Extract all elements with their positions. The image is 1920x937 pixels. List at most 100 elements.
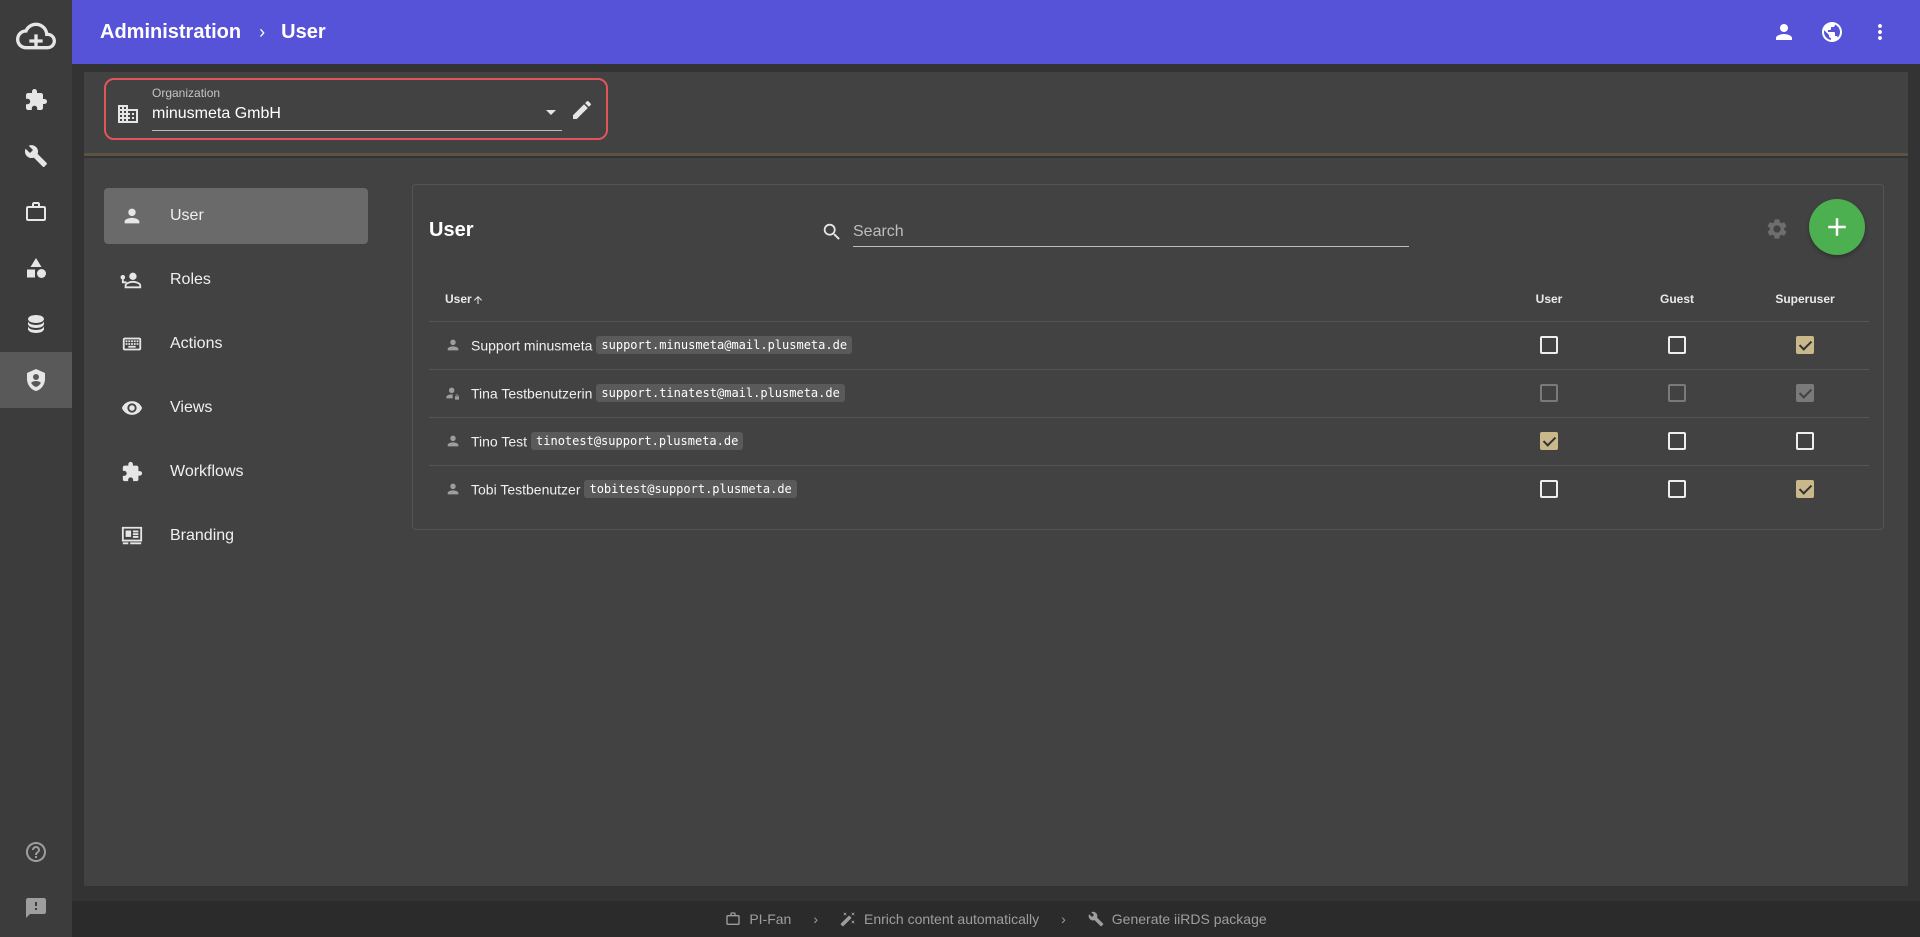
role-superuser-cell xyxy=(1741,465,1869,513)
language-globe-icon[interactable] xyxy=(1820,20,1844,44)
nav-item-roles[interactable]: Roles xyxy=(104,252,368,308)
rail-shapes-icon[interactable] xyxy=(0,240,72,296)
role-user-checkbox xyxy=(1540,384,1558,403)
more-vert-icon[interactable] xyxy=(1868,20,1892,44)
nav-item-label: Views xyxy=(170,399,213,416)
footer-separator: › xyxy=(1061,911,1066,927)
role-guest-checkbox xyxy=(1668,384,1686,403)
person-icon xyxy=(445,433,461,449)
feedback-icon[interactable] xyxy=(0,880,72,936)
help-icon[interactable] xyxy=(0,824,72,880)
role-user-cell xyxy=(1485,417,1613,466)
keyboard-icon xyxy=(104,333,160,355)
user-email: tobitest@support.plusmeta.de xyxy=(584,480,797,499)
add-user-button[interactable] xyxy=(1809,199,1865,255)
admin-side-nav: User Roles Actions Views Workflows Brand… xyxy=(104,188,368,572)
briefcase-icon xyxy=(726,912,740,925)
search-icon xyxy=(821,221,843,248)
eye-icon xyxy=(104,397,160,419)
user-name: Support minusmeta xyxy=(471,337,593,354)
search-field xyxy=(821,209,1413,251)
table-row[interactable]: Tobi Testbenutzer tobitest@support.plusme… xyxy=(429,465,1869,513)
nav-item-label: Branding xyxy=(170,527,235,544)
organization-label: Organization xyxy=(152,86,221,100)
role-user-checkbox[interactable] xyxy=(1540,480,1558,499)
organization-underline xyxy=(152,130,562,131)
search-input[interactable] xyxy=(853,217,1409,247)
user-cell: Tina Testbenutzerin support.tinatest@mail… xyxy=(429,369,1485,418)
wrench-icon xyxy=(1088,911,1104,927)
top-actions xyxy=(1772,0,1892,64)
nav-item-user[interactable]: User xyxy=(104,188,368,244)
user-email: tinotest@support.plusmeta.de xyxy=(531,432,744,451)
plus-icon xyxy=(1828,218,1846,236)
role-guest-checkbox[interactable] xyxy=(1668,336,1686,355)
breadcrumb-separator: › xyxy=(259,21,266,42)
column-header-user-sortable[interactable]: User xyxy=(429,277,1485,322)
role-user-cell xyxy=(1485,465,1613,513)
cloud-add-logo-icon[interactable] xyxy=(0,0,72,72)
footer-item-enrich[interactable]: Enrich content automatically xyxy=(840,911,1039,927)
magic-wand-icon xyxy=(840,912,855,927)
rail-wrench-icon[interactable] xyxy=(0,128,72,184)
user-email: support.tinatest@mail.plusmeta.de xyxy=(596,384,845,403)
organization-bar: Organization minusmeta GmbH xyxy=(84,72,1908,156)
table-row[interactable]: Tino Test tinotest@support.plusmeta.de xyxy=(429,417,1869,466)
dropdown-caret-icon[interactable] xyxy=(546,110,556,115)
role-superuser-cell xyxy=(1741,369,1869,418)
role-user-cell xyxy=(1485,321,1613,370)
role-superuser-cell xyxy=(1741,417,1869,466)
footer-item-label: PI-Fan xyxy=(749,911,792,927)
user-cell: Tobi Testbenutzer tobitest@support.plusme… xyxy=(429,465,1485,513)
table-row[interactable]: Tina Testbenutzerin support.tinatest@mail… xyxy=(429,369,1869,418)
app-rail xyxy=(0,0,72,937)
column-header-superuser: Superuser xyxy=(1741,277,1869,322)
role-guest-cell xyxy=(1613,417,1741,466)
sort-arrow-up-icon[interactable] xyxy=(472,292,484,306)
nav-item-label: User xyxy=(170,207,204,224)
user-table: User User Guest Superuser Support minusm… xyxy=(429,277,1869,513)
breadcrumb-administration[interactable]: Administration xyxy=(100,21,241,44)
role-user-checkbox[interactable] xyxy=(1540,432,1558,451)
role-guest-cell xyxy=(1613,465,1741,513)
role-superuser-checkbox[interactable] xyxy=(1796,336,1814,355)
building-icon xyxy=(116,102,140,131)
organization-value[interactable]: minusmeta GmbH xyxy=(152,105,281,123)
role-superuser-cell xyxy=(1741,321,1869,370)
organization-select[interactable]: Organization minusmeta GmbH xyxy=(104,78,608,140)
gear-icon[interactable] xyxy=(1765,217,1789,246)
column-header-guest: Guest xyxy=(1613,277,1741,322)
rail-plugins-icon[interactable] xyxy=(0,72,72,128)
nav-item-actions[interactable]: Actions xyxy=(104,316,368,372)
role-guest-cell xyxy=(1613,321,1741,370)
role-guest-checkbox[interactable] xyxy=(1668,480,1686,499)
table-row[interactable]: Support minusmeta support.minusmeta@mail.… xyxy=(429,321,1869,370)
user-cell: Support minusmeta support.minusmeta@mail.… xyxy=(429,321,1485,370)
column-header-label: User xyxy=(445,291,472,306)
rail-briefcase-icon[interactable] xyxy=(0,184,72,240)
role-guest-cell xyxy=(1613,369,1741,418)
person-icon xyxy=(445,481,461,497)
rail-admin-shield-icon[interactable] xyxy=(0,352,72,408)
role-guest-checkbox[interactable] xyxy=(1668,432,1686,451)
rail-database-icon[interactable] xyxy=(0,296,72,352)
footer-item-label: Generate iiRDS package xyxy=(1111,911,1267,927)
nav-item-workflows[interactable]: Workflows xyxy=(104,444,368,500)
footer-item-pifan[interactable]: PI-Fan xyxy=(725,911,791,927)
role-user-checkbox[interactable] xyxy=(1540,336,1558,355)
status-footer: PI-Fan › Enrich content automatically › … xyxy=(72,901,1920,937)
footer-item-iirds[interactable]: Generate iiRDS package xyxy=(1088,911,1267,927)
edit-pencil-icon[interactable] xyxy=(570,98,594,127)
account-icon[interactable] xyxy=(1772,20,1796,44)
role-superuser-checkbox[interactable] xyxy=(1796,480,1814,499)
nav-item-branding[interactable]: Branding xyxy=(104,508,368,564)
role-user-cell xyxy=(1485,369,1613,418)
person-icon xyxy=(104,205,160,227)
role-superuser-checkbox[interactable] xyxy=(1796,432,1814,451)
nav-item-views[interactable]: Views xyxy=(104,380,368,436)
top-app-bar: Administration › User xyxy=(72,0,1920,64)
nav-item-label: Roles xyxy=(170,271,211,288)
card-title: User xyxy=(429,219,474,241)
footer-item-label: Enrich content automatically xyxy=(864,911,1040,927)
nav-item-label: Workflows xyxy=(170,463,244,480)
